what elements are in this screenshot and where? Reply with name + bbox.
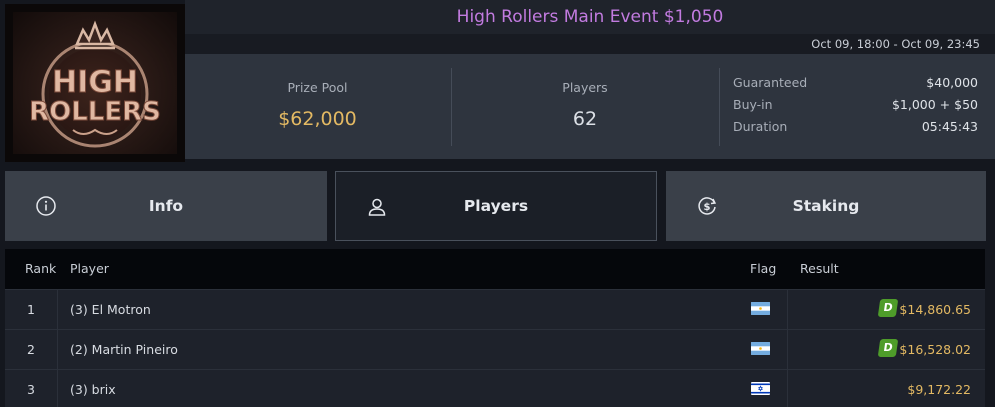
players-label: Players: [562, 80, 608, 95]
column-divider: [787, 370, 788, 407]
header-result[interactable]: Result: [800, 261, 839, 276]
detail-value: $1,000 + $50: [891, 97, 978, 112]
players-table: Rank Player Flag Result 1 (3) El Motron …: [5, 249, 985, 407]
player-name[interactable]: (3) brix: [70, 382, 116, 397]
rank-cell: 1: [27, 302, 35, 317]
detail-value: 05:45:43: [921, 119, 978, 134]
rank-cell: 3: [27, 382, 35, 397]
tab-players-label: Players: [463, 197, 529, 215]
prize-pool-label: Prize Pool: [287, 80, 348, 95]
player-name[interactable]: (3) El Motron: [70, 302, 151, 317]
table-row[interactable]: 2 (2) Martin Pineiro D $16,528.02: [5, 329, 985, 369]
rank-cell: 2: [27, 342, 35, 357]
user-icon: [368, 198, 386, 216]
event-date-bar: Oct 09, 18:00 - Oct 09, 23:45: [185, 34, 995, 54]
event-details: Guaranteed $40,000 Buy-in $1,000 + $50 D…: [733, 74, 978, 140]
column-divider: [57, 330, 58, 369]
table-row[interactable]: 1 (3) El Motron D $14,860.65: [5, 289, 985, 329]
column-divider: [57, 290, 58, 329]
detail-key: Guaranteed: [733, 75, 808, 90]
event-logo: HIGH ROLLERS: [5, 4, 185, 162]
prize-pool-value: $62,000: [278, 108, 357, 130]
event-dates: Oct 09, 18:00 - Oct 09, 23:45: [811, 37, 980, 51]
players-value: 62: [572, 108, 598, 130]
table-row[interactable]: 3 (3) brix $9,172.22: [5, 369, 985, 407]
header-flag[interactable]: Flag: [750, 261, 776, 276]
table-header: Rank Player Flag Result: [5, 249, 985, 289]
prize-pool-stat: Prize Pool $62,000: [185, 54, 450, 159]
svg-text:$: $: [704, 202, 711, 213]
detail-row-guaranteed: Guaranteed $40,000: [733, 74, 978, 96]
d-badge-icon: D: [877, 299, 899, 317]
detail-value: $40,000: [926, 75, 978, 90]
svg-text:HIGH: HIGH: [52, 65, 138, 100]
header-player[interactable]: Player: [70, 261, 109, 276]
tab-staking[interactable]: $ Staking: [666, 171, 986, 241]
detail-row-buy-in: Buy-in $1,000 + $50: [733, 96, 978, 118]
result-value: $14,860.65: [899, 302, 971, 317]
event-title-bar: High Rollers Main Event $1,050: [185, 0, 995, 34]
info-icon: [36, 196, 56, 216]
header-rank[interactable]: Rank: [25, 261, 56, 276]
high-rollers-logo-art: HIGH ROLLERS: [29, 20, 161, 148]
result-value: $9,172.22: [907, 382, 971, 397]
argentina-flag-icon: [751, 342, 770, 355]
dollar-coin-icon: $: [698, 197, 717, 215]
players-stat: Players 62: [452, 54, 718, 159]
stats-panel: Prize Pool $62,000 Players 62 Guaranteed…: [185, 54, 995, 159]
tab-staking-label: Staking: [792, 197, 860, 215]
result-value: $16,528.02: [899, 342, 971, 357]
column-divider: [57, 370, 58, 407]
tab-info-label: Info: [148, 197, 184, 215]
tab-info[interactable]: Info: [5, 171, 327, 241]
svg-text:ROLLERS: ROLLERS: [29, 97, 161, 127]
israel-flag-icon: [751, 382, 770, 395]
detail-row-duration: Duration 05:45:43: [733, 118, 978, 140]
column-divider: [787, 290, 788, 329]
argentina-flag-icon: [751, 302, 770, 315]
event-title: High Rollers Main Event $1,050: [456, 7, 724, 27]
detail-key: Buy-in: [733, 97, 773, 112]
d-badge-icon: D: [877, 339, 899, 357]
detail-key: Duration: [733, 119, 788, 134]
column-divider: [787, 330, 788, 369]
divider: [719, 68, 720, 146]
player-name[interactable]: (2) Martin Pineiro: [70, 342, 178, 357]
tab-players[interactable]: Players: [335, 171, 657, 241]
crown-icon: [75, 20, 115, 50]
